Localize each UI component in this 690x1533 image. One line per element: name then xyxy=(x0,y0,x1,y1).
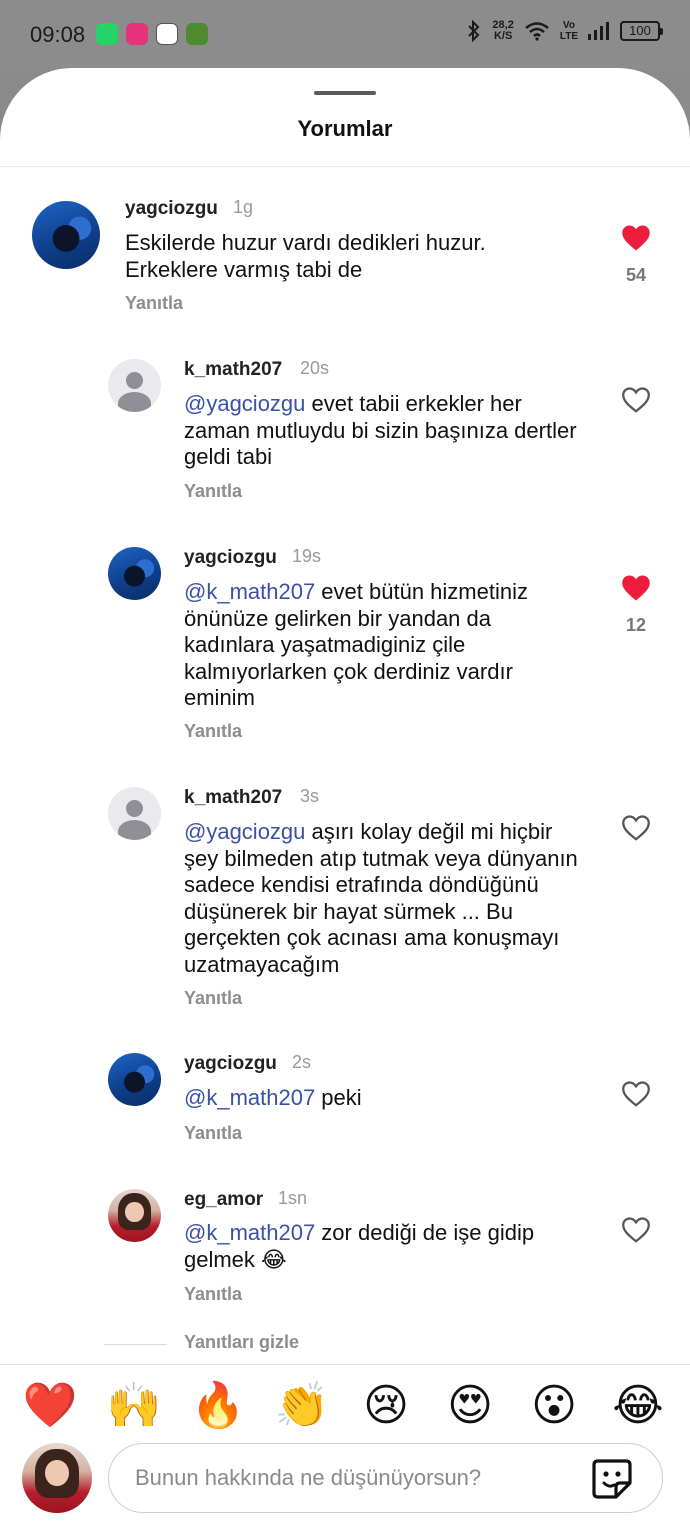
avatar[interactable] xyxy=(108,787,161,840)
status-bar: 09:08 28,2 K/S Vo LTE 100 xyxy=(0,0,690,70)
volte-bottom: LTE xyxy=(559,31,578,42)
emoji-raised-hands[interactable]: 🙌 xyxy=(106,1380,162,1432)
comment-username[interactable]: k_math207 xyxy=(184,359,282,381)
volte-indicator: Vo LTE xyxy=(560,20,578,42)
comment-username[interactable]: eg_amor xyxy=(184,1189,263,1211)
avatar[interactable] xyxy=(108,1189,161,1242)
comment-text: @k_math207 peki xyxy=(184,1085,584,1112)
status-right: 28,2 K/S Vo LTE 100 xyxy=(466,20,663,42)
notification-icons xyxy=(96,23,208,45)
comment-username[interactable]: yagciozgu xyxy=(184,1053,277,1075)
comment-input[interactable]: Bunun hakkında ne düşünüyorsun? xyxy=(108,1443,663,1513)
comment-text: @k_math207 evet bütün hizmetiniz önünüze… xyxy=(184,579,584,712)
title-divider xyxy=(0,166,690,167)
game-app-icon xyxy=(186,23,208,45)
comment-mention[interactable]: @yagciozgu xyxy=(184,819,305,844)
comment-text: @yagciozgu evet tabii erkekler her zaman… xyxy=(184,391,584,471)
heart-outline-icon[interactable] xyxy=(621,1080,651,1108)
comment-time: 3s xyxy=(300,786,320,806)
network-speed: 28,2 K/S xyxy=(492,20,513,42)
comment-mention[interactable]: @k_math207 xyxy=(184,1085,315,1110)
emoji-heart-eyes[interactable]: 😍 xyxy=(442,1380,498,1432)
status-time: 09:08 xyxy=(30,22,86,47)
hide-replies-button[interactable]: Yanıtları gizle xyxy=(184,1332,299,1353)
avatar[interactable] xyxy=(108,547,161,600)
emoji-crying[interactable]: 😢 xyxy=(358,1380,414,1432)
comment-time: 20s xyxy=(300,358,330,378)
comment-text: Eskilerde huzur vardı dedikleri huzur. E… xyxy=(125,230,525,283)
sheet-title: Yorumlar xyxy=(297,116,393,141)
composer-divider xyxy=(0,1364,690,1365)
comment-mention[interactable]: @k_math207 xyxy=(184,579,315,604)
comments-sheet: Yorumlar yagciozgu 1g Eskilerde huzur va… xyxy=(0,68,690,1533)
wifi-icon xyxy=(525,22,549,41)
emoji-heart[interactable]: ❤️ xyxy=(22,1380,78,1432)
heart-outline-icon[interactable] xyxy=(621,814,651,842)
comment-username[interactable]: yagciozgu xyxy=(125,198,218,220)
heart-filled-icon[interactable] xyxy=(621,224,651,252)
comment-time: 1sn xyxy=(278,1188,308,1208)
comment-text: @k_math207 zor dediği de işe gidip gelme… xyxy=(184,1220,584,1273)
heart-outline-icon[interactable] xyxy=(621,386,651,414)
reply-button[interactable]: Yanıtla xyxy=(125,293,183,314)
like-count: 12 xyxy=(625,615,647,635)
sticker-icon[interactable] xyxy=(590,1457,634,1501)
ks-app-icon xyxy=(156,23,178,45)
comment-text: @yagciozgu aşırı kolay değil mi hiçbir ş… xyxy=(184,819,584,978)
comment-body: Eskilerde huzur vardı dedikleri huzur. E… xyxy=(125,230,486,282)
comment-mention[interactable]: @yagciozgu xyxy=(184,391,305,416)
comment-time: 19s xyxy=(292,546,322,566)
emoji-clap[interactable]: 👏 xyxy=(274,1380,330,1432)
emoji-surprised[interactable]: 😮 xyxy=(526,1380,582,1432)
app-notification-icon xyxy=(126,23,148,45)
avatar[interactable] xyxy=(108,1053,161,1106)
emoji-laughing[interactable]: 😂 xyxy=(610,1380,666,1432)
network-speed-unit: K/S xyxy=(493,30,513,42)
comment-body: peki xyxy=(315,1085,362,1110)
reply-button[interactable]: Yanıtla xyxy=(184,988,242,1009)
comment-time: 1g xyxy=(233,197,254,217)
comment-username[interactable]: k_math207 xyxy=(184,787,282,809)
heart-outline-icon[interactable] xyxy=(621,1216,651,1244)
avatar[interactable] xyxy=(108,359,161,412)
comment-time: 2s xyxy=(292,1052,312,1072)
emoji-fire[interactable]: 🔥 xyxy=(190,1380,246,1432)
like-count: 54 xyxy=(625,265,647,285)
whatsapp-icon xyxy=(96,23,118,45)
drag-handle[interactable] xyxy=(314,91,376,95)
signal-icon xyxy=(588,22,609,40)
comment-mention[interactable]: @k_math207 xyxy=(184,1220,315,1245)
heart-filled-icon[interactable] xyxy=(621,574,651,602)
reply-button[interactable]: Yanıtla xyxy=(184,1284,242,1305)
reply-button[interactable]: Yanıtla xyxy=(184,1123,242,1144)
current-user-avatar[interactable] xyxy=(22,1443,92,1513)
comment-username[interactable]: yagciozgu xyxy=(184,547,277,569)
emoji-bar: ❤️ 🙌 🔥 👏 😢 😍 😮 😂 xyxy=(0,1380,690,1436)
hide-replies-line xyxy=(104,1344,167,1345)
volte-top: Vo xyxy=(562,20,575,31)
reply-button[interactable]: Yanıtla xyxy=(184,481,242,502)
avatar[interactable] xyxy=(32,201,100,269)
bluetooth-icon xyxy=(468,20,480,42)
comment-input-placeholder: Bunun hakkında ne düşünüyorsun? xyxy=(135,1465,482,1490)
reply-button[interactable]: Yanıtla xyxy=(184,721,242,742)
battery-icon: 100 xyxy=(620,21,663,41)
